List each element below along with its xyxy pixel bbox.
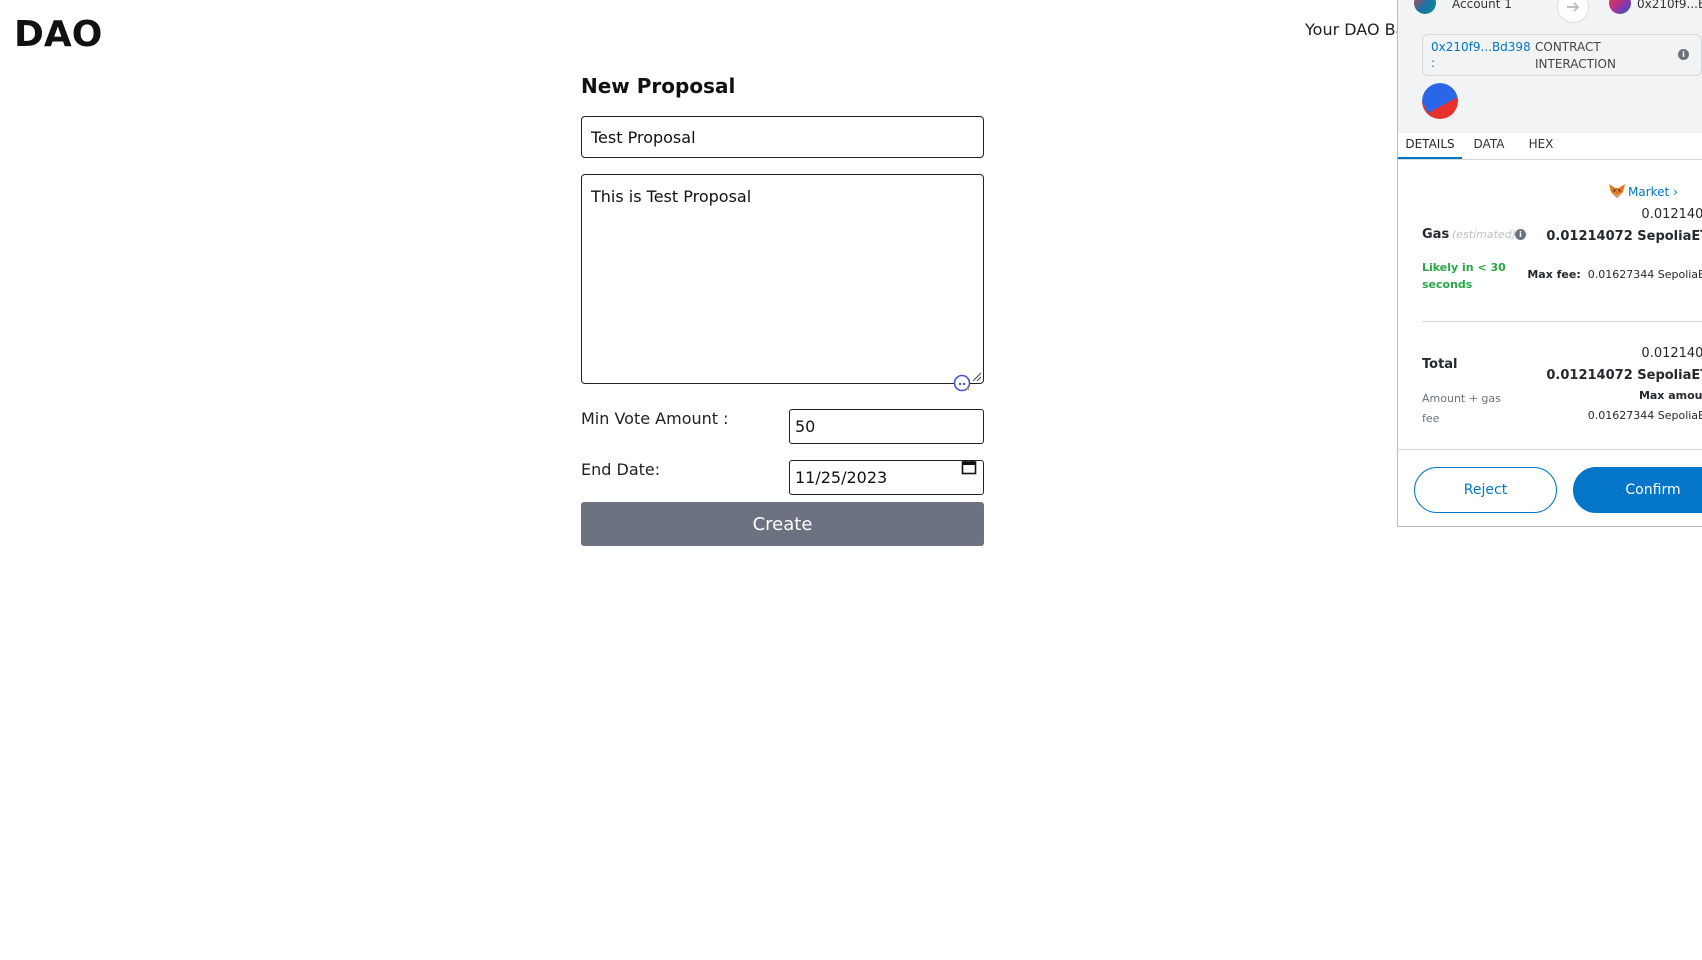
gas-info-icon[interactable]: i [1515,229,1526,240]
min-vote-input[interactable] [789,409,984,444]
tab-data[interactable]: DATA [1464,133,1514,159]
reject-button[interactable]: Reject [1414,467,1557,513]
max-amount-label: Max amount: [1638,389,1702,402]
gas-max-fee: Max fee: 0.01627344 SepoliaETH [1527,268,1702,281]
form-heading: New Proposal [581,74,736,98]
from-account-name: Account 1 [1452,0,1512,11]
section-divider [1422,321,1702,322]
gas-likelihood: Likely in < 30 seconds [1422,261,1506,291]
fee-mode-market-link[interactable]: Market › [1628,185,1678,199]
tab-hex[interactable]: HEX [1516,133,1566,159]
gas-label: Gas [1422,227,1450,242]
info-icon[interactable]: i [1678,49,1689,60]
gas-amount-plain: 0.01214072 [1641,207,1702,222]
gas-estimated-label: (estimated) [1452,228,1516,241]
writing-assistant-icon[interactable] [953,374,971,392]
chevron-right-icon: › [1673,185,1678,199]
footer-divider [1398,449,1702,450]
end-date-label: End Date: [581,460,661,479]
interaction-type: CONTRACT INTERACTION [1535,40,1616,71]
create-button[interactable]: Create [581,502,984,546]
details-tabs: DETAILS DATA HEX [1398,133,1702,160]
contract-address-link[interactable]: 0x210f9...Bd398 : [1431,39,1531,71]
confirm-button[interactable]: Confirm [1573,467,1702,513]
max-amount-value: 0.01627344 SepoliaETH [1587,409,1702,422]
calendar-icon[interactable] [961,459,977,475]
transfer-arrow-icon [1557,0,1589,23]
total-label: Total [1422,357,1458,372]
total-sub-label: Amount + gas fee [1422,392,1501,425]
tab-details[interactable]: DETAILS [1398,133,1462,159]
fox-icon [1609,184,1625,198]
proposal-description-textarea[interactable]: This is Test Proposal [581,174,984,384]
dao-balance-label: Your DAO Ba [1305,20,1406,39]
proposal-title-input[interactable] [581,116,984,158]
resize-grip-icon[interactable] [971,371,981,381]
wallet-popup: Account 1 0x210f9...B 0x210f9...Bd398 : … [1397,0,1702,527]
app-logo: DAO [14,14,103,55]
end-date-input[interactable] [789,460,984,495]
contract-interaction-box: 0x210f9...Bd398 : CONTRACT INTERACTION i [1422,34,1702,76]
gas-amount-bold: 0.01214072 SepoliaETH [1546,229,1702,244]
to-account-address: 0x210f9...B [1637,0,1702,11]
total-amount-plain: 0.01214072 [1641,346,1702,361]
min-vote-label: Min Vote Amount : [581,409,729,428]
total-amount-bold: 0.01214072 SepoliaETH [1546,368,1702,383]
site-favicon-icon [1422,83,1458,119]
